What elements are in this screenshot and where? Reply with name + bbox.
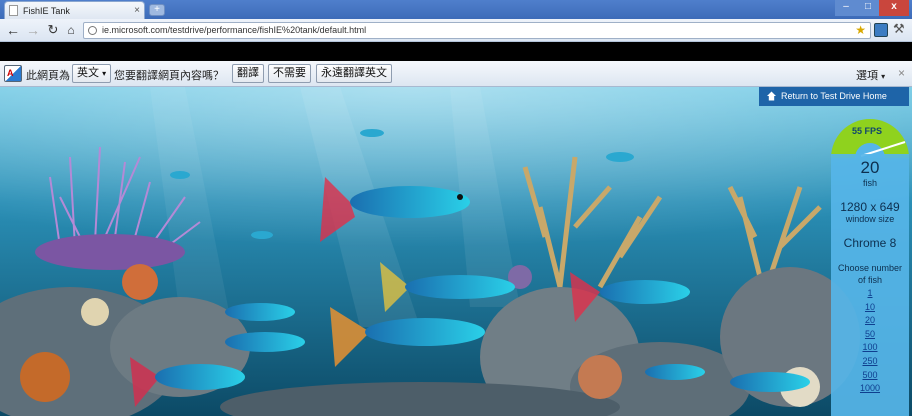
options-menu[interactable]: 選項 ▾ (856, 67, 885, 83)
options-label: 選項 (856, 70, 878, 82)
always-translate-button[interactable]: 永遠翻譯英文 (316, 64, 392, 83)
translate-bar: A 此網頁為 英文 ▾ 您要翻譯網頁內容嗎？ 翻譯 不需要 永遠翻譯英文 選項 … (0, 61, 912, 87)
fish-options-list: 1 10 20 50 100 250 500 1000 (831, 287, 909, 396)
stats-panel: 55 FPS 20 fish 1280 x 649 window size Ch… (831, 116, 909, 416)
fish-option-20[interactable]: 20 (831, 314, 909, 328)
window-size: 1280 x 649 (840, 200, 900, 214)
language-value: 英文 (77, 67, 99, 79)
url-text: ie.microsoft.com/testdrive/performance/f… (102, 25, 367, 35)
extension-icon[interactable] (874, 23, 888, 37)
tab-title: FishIE Tank (23, 5, 70, 16)
close-window-button[interactable]: x (879, 0, 909, 16)
fps-gauge (831, 119, 909, 158)
tab-close-icon[interactable]: × (134, 5, 140, 16)
return-link-text: Return to Test Drive Home (781, 91, 887, 101)
wrench-icon[interactable]: ⚒ (893, 21, 905, 37)
fish-tank-scene (0, 87, 912, 416)
fish-option-10[interactable]: 10 (831, 301, 909, 315)
translate-button[interactable]: 翻譯 (232, 64, 264, 83)
reload-icon[interactable]: ↻ (45, 22, 61, 38)
title-bar: FishIE Tank × + – □ x (0, 0, 912, 19)
home-icon (767, 91, 776, 101)
return-home-link[interactable]: Return to Test Drive Home (759, 87, 909, 106)
fish-label: fish (862, 178, 877, 188)
black-bar (0, 42, 912, 61)
translate-close-icon[interactable]: × (898, 66, 905, 80)
page-icon (9, 5, 18, 16)
fish-option-50[interactable]: 50 (831, 328, 909, 342)
no-translate-button[interactable]: 不需要 (268, 64, 311, 83)
fps-value: 55 FPS (851, 126, 882, 136)
star-icon[interactable]: ★ (855, 23, 866, 38)
language-select[interactable]: 英文 ▾ (72, 64, 112, 83)
choose-fish-label: Choose number of fish (837, 263, 903, 285)
minimize-button[interactable]: – (835, 0, 857, 16)
new-tab-button[interactable]: + (149, 4, 165, 16)
browser-name: Chrome 8 (843, 236, 897, 250)
fish-option-100[interactable]: 100 (831, 341, 909, 355)
translate-question: 您要翻譯網頁內容嗎？ (114, 70, 224, 82)
chevron-down-icon: ▾ (881, 72, 886, 81)
fish-option-1[interactable]: 1 (831, 287, 909, 301)
fish-count: 20 (860, 158, 880, 177)
back-icon[interactable]: ← (5, 22, 21, 38)
chevron-down-icon: ▾ (102, 69, 107, 78)
translate-prefix: 此網頁為 (26, 70, 70, 82)
fish-option-250[interactable]: 250 (831, 355, 909, 369)
home-icon[interactable]: ⌂ (63, 22, 79, 38)
forward-icon[interactable]: → (25, 22, 41, 38)
browser-toolbar: ← → ↻ ⌂ ie.microsoft.com/testdrive/perfo… (0, 19, 912, 42)
maximize-button[interactable]: □ (857, 0, 879, 16)
globe-icon (88, 26, 97, 35)
fish-option-500[interactable]: 500 (831, 369, 909, 383)
address-bar[interactable]: ie.microsoft.com/testdrive/performance/f… (83, 22, 871, 39)
fish-option-1000[interactable]: 1000 (831, 382, 909, 396)
translate-icon: A (4, 65, 22, 82)
stats-body: 20 fish 1280 x 649 window size Chrome 8 … (831, 154, 909, 416)
browser-tab[interactable]: FishIE Tank × (4, 1, 145, 19)
window-size-label: window size (845, 214, 895, 224)
